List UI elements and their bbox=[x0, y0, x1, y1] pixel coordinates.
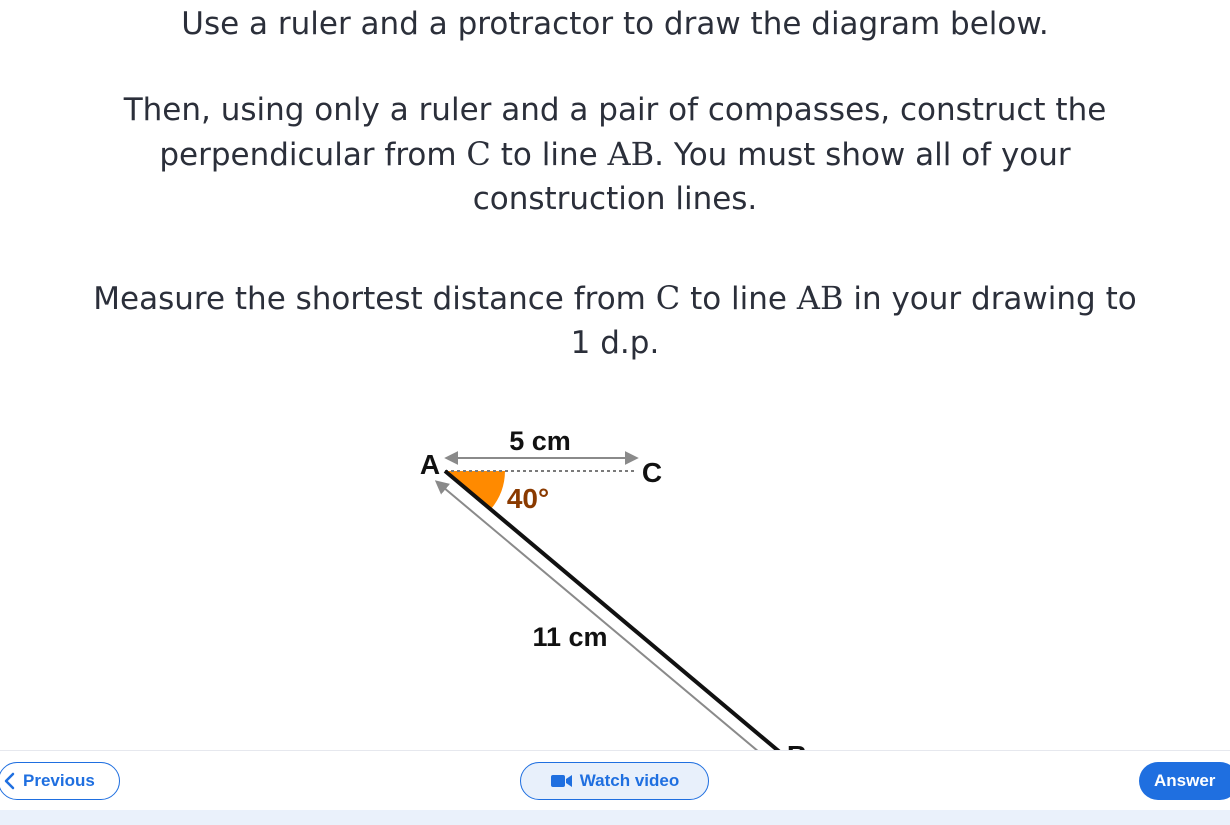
watch-video-button[interactable]: Watch video bbox=[520, 762, 709, 800]
geometry-diagram: A C 5 cm 40° 11 cm B bbox=[420, 426, 807, 750]
previous-label: Previous bbox=[23, 771, 95, 790]
line-ab bbox=[443, 469, 781, 750]
chevron-left-icon bbox=[3, 772, 17, 790]
label-angle: 40° bbox=[507, 483, 549, 514]
footer-band bbox=[0, 810, 1230, 825]
label-c: C bbox=[642, 457, 662, 488]
label-length-ab: 11 cm bbox=[532, 622, 607, 652]
label-length-ac: 5 cm bbox=[509, 426, 571, 456]
label-a: A bbox=[420, 449, 440, 480]
watch-video-label: Watch video bbox=[579, 771, 680, 790]
answer-button[interactable]: Answer bbox=[1139, 762, 1230, 800]
previous-button[interactable]: Previous bbox=[0, 762, 120, 800]
answer-label: Answer bbox=[1154, 771, 1216, 790]
footer-nav: Previous Watch video Answer bbox=[0, 750, 1230, 811]
video-camera-icon bbox=[550, 773, 574, 789]
label-b: B bbox=[787, 740, 807, 750]
measure-arrow-ab bbox=[434, 480, 759, 750]
